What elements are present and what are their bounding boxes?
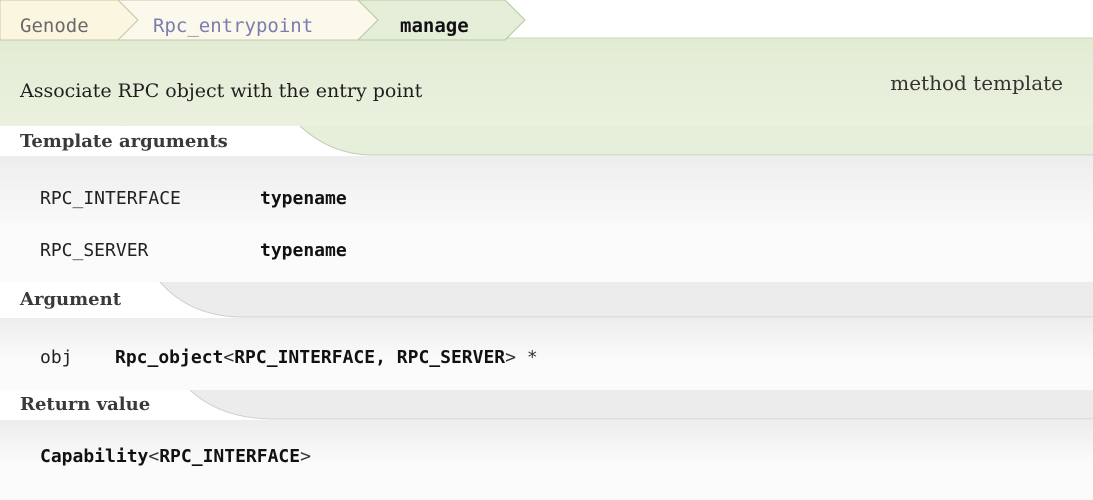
- argument-name: obj: [40, 347, 73, 368]
- argument-section: obj Rpc_object<RPC_INTERFACE, RPC_SERVER…: [0, 318, 1093, 390]
- return-value-header: Return value: [0, 390, 1093, 420]
- template-arg-name: RPC_INTERFACE: [40, 188, 181, 209]
- template-argument-type: typename: [260, 239, 347, 263]
- template-argument-type: typename: [260, 187, 347, 211]
- argument-type-pointer: *: [516, 347, 538, 368]
- argument-type-base: Rpc_object: [115, 347, 224, 368]
- method-description: Associate RPC object with the entry poin…: [20, 80, 423, 102]
- template-arguments-section: RPC_INTERFACE typename RPC_SERVER typena…: [0, 156, 1093, 282]
- template-arg-type: typename: [260, 240, 347, 261]
- template-arg-name: RPC_SERVER: [40, 240, 149, 261]
- breadcrumb-item-manage[interactable]: manage: [400, 11, 469, 41]
- template-arguments-header: Template arguments: [0, 126, 1093, 156]
- argument-type-params: RPC_INTERFACE, RPC_SERVER: [234, 347, 506, 368]
- return-value-section: Capability<RPC_INTERFACE>: [0, 420, 1093, 500]
- return-type: Capability<RPC_INTERFACE>: [40, 445, 311, 469]
- return-type-open: <: [148, 446, 160, 467]
- template-argument-row: RPC_SERVER: [40, 239, 148, 263]
- return-type-close: >: [300, 446, 311, 467]
- return-type-base: Capability: [40, 446, 149, 467]
- template-arg-type: typename: [260, 188, 347, 209]
- return-type-param: RPC_INTERFACE: [159, 446, 301, 467]
- argument-type-close: >: [505, 347, 516, 368]
- argument-type-open: <: [223, 347, 235, 368]
- template-arguments-label: Template arguments: [20, 131, 228, 152]
- argument-type: Rpc_object<RPC_INTERFACE, RPC_SERVER> *: [115, 346, 538, 370]
- argument-row: obj: [40, 346, 73, 370]
- breadcrumb-item-rpc-entrypoint[interactable]: Rpc_entrypoint: [153, 11, 313, 41]
- breadcrumb: Genode Rpc_entrypoint manage: [0, 0, 1093, 126]
- return-value-label: Return value: [20, 394, 151, 415]
- template-argument-row: RPC_INTERFACE: [40, 187, 181, 211]
- breadcrumb-item-genode[interactable]: Genode: [20, 11, 89, 41]
- argument-label: Argument: [20, 289, 122, 310]
- method-kind: method template: [890, 71, 1063, 95]
- argument-header: Argument: [0, 282, 1093, 318]
